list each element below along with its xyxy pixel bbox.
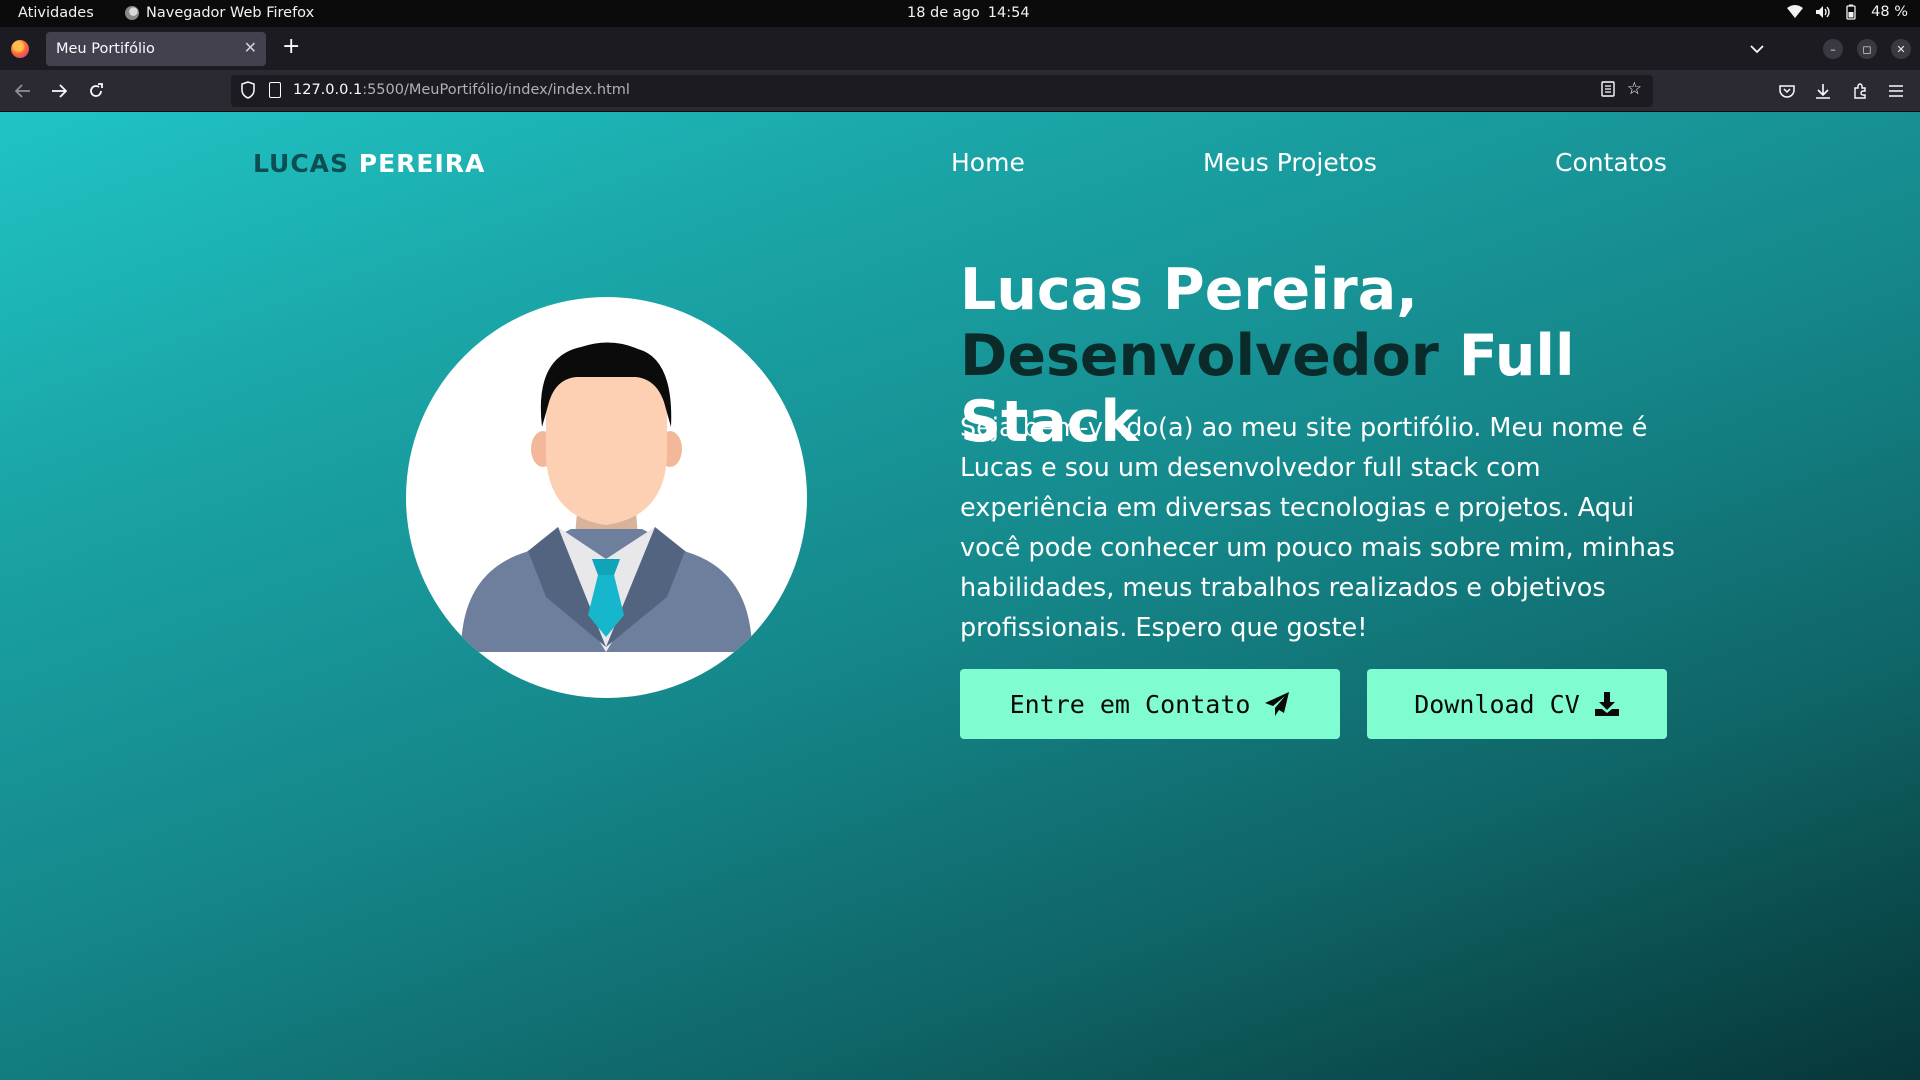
tab-title: Meu Portifólio [56, 41, 155, 57]
hero-title-role: Desenvolvedor [960, 323, 1439, 389]
downloads-icon[interactable] [1812, 80, 1834, 102]
url-text[interactable]: 127.0.0.1:5500/MeuPortifólio/index/index… [293, 82, 630, 98]
url-bar[interactable]: 127.0.0.1:5500/MeuPortifólio/index/index… [231, 75, 1653, 107]
firefox-mini-icon [125, 6, 139, 20]
logo-first-name: LUCAS [253, 149, 350, 178]
site-logo[interactable]: LUCAS PEREIRA [253, 149, 485, 178]
close-tab-icon[interactable]: ✕ [244, 38, 257, 57]
tab-strip: Meu Portifólio ✕ + – ◻ ✕ [0, 27, 1920, 70]
page-info-icon[interactable] [269, 82, 281, 98]
app-menu[interactable]: Navegador Web Firefox [125, 5, 314, 21]
app-name: Navegador Web Firefox [146, 5, 315, 21]
nav-contatos[interactable]: Contatos [1555, 148, 1667, 177]
system-top-bar: Atividades Navegador Web Firefox 18 de a… [0, 0, 1920, 27]
menu-icon[interactable] [1885, 80, 1907, 102]
avatar-illustration [461, 342, 752, 652]
navigation-toolbar: 127.0.0.1:5500/MeuPortifólio/index/index… [0, 70, 1920, 112]
firefox-logo-icon [11, 40, 29, 58]
back-button[interactable] [12, 80, 34, 102]
bookmark-star-icon[interactable]: ☆ [1627, 79, 1642, 99]
nav-meus-projetos[interactable]: Meus Projetos [1203, 148, 1377, 177]
volume-icon [1815, 4, 1831, 20]
extensions-icon[interactable] [1849, 80, 1871, 102]
url-host: 127.0.0.1 [293, 82, 363, 98]
hero-description: Seja bem-vindo(a) ao meu site portifólio… [960, 413, 1675, 643]
page-viewport: LUCAS PEREIRA Home Meus Projetos Contato… [0, 112, 1920, 1080]
reload-button[interactable] [85, 80, 107, 102]
battery-percent: 48 % [1871, 4, 1908, 20]
url-path: :5500/MeuPortifólio/index/index.html [362, 82, 630, 98]
new-tab-button[interactable]: + [282, 35, 300, 59]
minimize-button[interactable]: – [1823, 39, 1843, 59]
system-tray[interactable]: 48 % [1787, 4, 1908, 20]
forward-button[interactable] [48, 80, 70, 102]
logo-last-name: PEREIRA [358, 149, 486, 178]
reader-view-icon[interactable] [1601, 81, 1615, 101]
close-window-button[interactable]: ✕ [1891, 39, 1911, 59]
download-icon [1594, 692, 1619, 716]
activities-button[interactable]: Atividades [18, 5, 94, 21]
nav-home[interactable]: Home [951, 148, 1025, 177]
paper-plane-icon [1265, 692, 1290, 716]
tracking-protection-shield-icon[interactable] [240, 81, 258, 99]
restore-button[interactable]: ◻ [1857, 39, 1877, 59]
clock-date: 18 de ago [907, 5, 980, 21]
tab-meu-portifolio[interactable]: Meu Portifólio ✕ [46, 32, 266, 66]
list-all-tabs-icon[interactable] [1750, 39, 1764, 58]
contact-button-label: Entre em Contato [1009, 689, 1251, 719]
download-cv-button[interactable]: Download CV [1367, 669, 1667, 739]
clock-time: 14:54 [987, 5, 1030, 21]
pocket-icon[interactable] [1776, 80, 1798, 102]
battery-icon [1843, 4, 1859, 20]
download-button-label: Download CV [1414, 689, 1580, 719]
hero-title-name: Lucas Pereira, [960, 257, 1418, 323]
clock[interactable]: 18 de ago 14:54 [907, 5, 1030, 21]
contact-button[interactable]: Entre em Contato [960, 669, 1340, 739]
profile-avatar [406, 297, 807, 698]
wifi-icon [1787, 4, 1804, 20]
